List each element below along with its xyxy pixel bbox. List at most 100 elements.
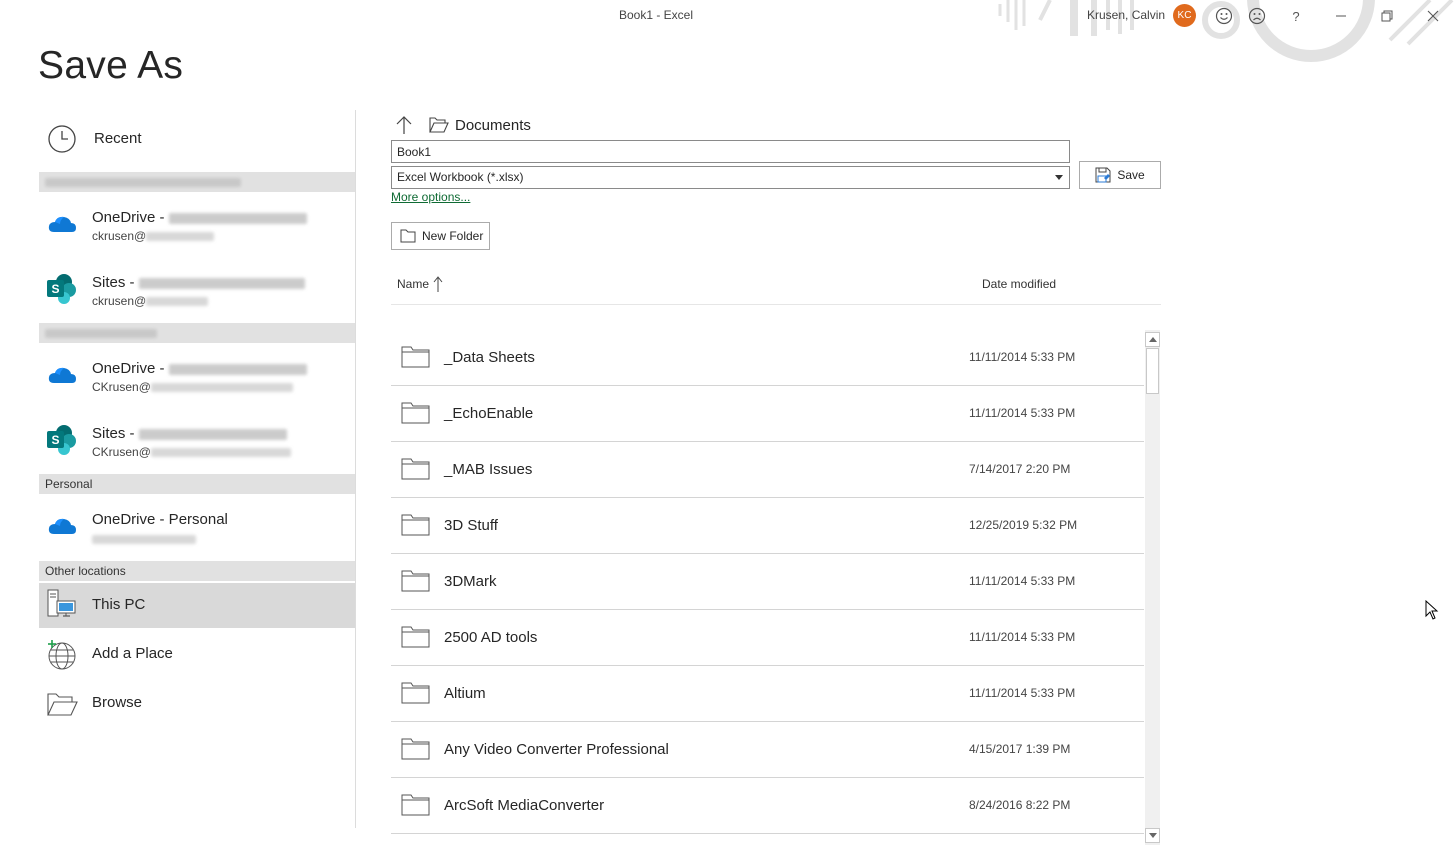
location-onedrive-business[interactable]: OneDrive - ckrusen@: [39, 194, 355, 254]
file-list: _Data Sheets 11/11/2014 5:33 PM _EchoEna…: [391, 330, 1145, 834]
svg-text:S: S: [51, 433, 59, 447]
file-name: 2500 AD tools: [444, 629, 538, 646]
group-header: [39, 172, 355, 192]
save-icon: [1095, 167, 1111, 183]
file-name: ArcSoft MediaConverter: [444, 797, 605, 814]
computer-icon: [46, 589, 78, 621]
current-folder-breadcrumb[interactable]: Documents: [455, 117, 531, 134]
location-sites-1[interactable]: S Sites - ckrusen@: [39, 260, 355, 320]
folder-icon: [401, 458, 430, 480]
file-date: 12/25/2019 5:32 PM: [969, 518, 1078, 532]
file-row[interactable]: Any Video Converter Professional 4/15/20…: [391, 722, 1144, 778]
location-label: OneDrive -: [92, 209, 307, 226]
folder-icon: [401, 570, 430, 592]
up-arrow-icon[interactable]: [394, 114, 414, 136]
file-name: 3DMark: [444, 573, 497, 590]
location-label: Sites -: [92, 274, 305, 291]
location-account: ckrusen@: [92, 294, 209, 308]
account-avatar[interactable]: KC: [1173, 4, 1196, 27]
open-folder-icon: [46, 688, 78, 720]
save-button-label: Save: [1117, 168, 1145, 182]
scroll-down-button[interactable]: [1145, 828, 1160, 843]
file-name: _EchoEnable: [444, 405, 534, 422]
filetype-dropdown[interactable]: Excel Workbook (*.xlsx): [391, 166, 1070, 189]
location-browse[interactable]: Browse: [39, 681, 355, 726]
location-this-pc[interactable]: This PC: [39, 583, 355, 628]
onedrive-icon: [46, 510, 78, 542]
clock-icon: [46, 123, 78, 155]
file-list-scrollbar[interactable]: [1145, 330, 1160, 845]
onedrive-icon: [46, 359, 78, 391]
scroll-thumb[interactable]: [1146, 348, 1159, 394]
arrow-up-icon: [1148, 337, 1157, 342]
file-date: 8/24/2016 8:22 PM: [969, 798, 1071, 812]
page-title: Save As: [38, 44, 184, 87]
panel-divider: [355, 110, 356, 828]
folder-icon: [401, 682, 430, 704]
redacted-text: [45, 178, 241, 188]
location-onedrive-business-2[interactable]: OneDrive - CKrusen@: [39, 345, 355, 405]
file-row[interactable]: 3DMark 11/11/2014 5:33 PM: [391, 554, 1144, 610]
mouse-cursor-icon: [1425, 600, 1439, 620]
sharepoint-icon: S: [46, 273, 78, 305]
file-row[interactable]: _EchoEnable 11/11/2014 5:33 PM: [391, 386, 1144, 442]
file-name: 3D Stuff: [444, 517, 498, 534]
folder-icon: [401, 794, 430, 816]
account-name[interactable]: Krusen, Calvin: [1087, 8, 1165, 22]
personal-header: Personal: [39, 474, 355, 494]
frown-icon[interactable]: [1244, 3, 1270, 29]
folder-icon: [401, 346, 430, 368]
column-header-name[interactable]: Name: [397, 277, 429, 291]
globe-add-icon: [46, 639, 78, 671]
smiley-icon[interactable]: [1211, 3, 1237, 29]
folder-icon: [401, 402, 430, 424]
location-account: CKrusen@: [92, 380, 293, 394]
svg-text:S: S: [51, 282, 59, 296]
chevron-down-icon: [1055, 175, 1063, 180]
file-row[interactable]: 2500 AD tools 11/11/2014 5:33 PM: [391, 610, 1144, 666]
folder-icon: [401, 514, 430, 536]
save-button[interactable]: Save: [1079, 161, 1161, 189]
location-label: Recent: [94, 130, 142, 147]
file-name: _Data Sheets: [444, 349, 535, 366]
filetype-value: Excel Workbook (*.xlsx): [397, 170, 524, 184]
location-account: ckrusen@: [92, 229, 215, 243]
file-name: Altium: [444, 685, 486, 702]
file-date: 7/14/2017 2:20 PM: [969, 462, 1071, 476]
location-add-place[interactable]: Add a Place: [39, 632, 355, 677]
file-name: _MAB Issues: [444, 461, 533, 478]
file-row[interactable]: Altium 11/11/2014 5:33 PM: [391, 666, 1144, 722]
location-label: Browse: [92, 694, 143, 711]
file-row[interactable]: _Data Sheets 11/11/2014 5:33 PM: [391, 330, 1144, 386]
location-label: This PC: [92, 596, 146, 613]
location-account: CKrusen@: [92, 445, 291, 459]
file-date: 11/11/2014 5:33 PM: [969, 630, 1076, 644]
help-icon[interactable]: ?: [1283, 3, 1309, 29]
minimize-icon[interactable]: [1328, 3, 1354, 29]
file-row[interactable]: _MAB Issues 7/14/2017 2:20 PM: [391, 442, 1144, 498]
scroll-up-button[interactable]: [1145, 332, 1160, 347]
onedrive-icon: [46, 208, 78, 240]
header-divider: [391, 304, 1161, 305]
location-onedrive-personal[interactable]: OneDrive - Personal: [39, 496, 355, 556]
location-label: OneDrive -: [92, 360, 307, 377]
location-recent[interactable]: Recent: [39, 118, 355, 160]
file-row[interactable]: ArcSoft MediaConverter 8/24/2016 8:22 PM: [391, 778, 1144, 834]
other-locations-header: Other locations: [39, 561, 355, 581]
title-bar: Book1 - Excel Krusen, Calvin KC ?: [0, 0, 1454, 62]
location-label: Add a Place: [92, 645, 173, 662]
filename-input[interactable]: [391, 140, 1070, 163]
file-date: 11/11/2014 5:33 PM: [969, 406, 1076, 420]
restore-icon[interactable]: [1374, 3, 1400, 29]
more-options-link[interactable]: More options...: [391, 190, 470, 204]
new-folder-icon: [400, 229, 416, 243]
file-row[interactable]: 3D Stuff 12/25/2019 5:32 PM: [391, 498, 1144, 554]
new-folder-label: New Folder: [422, 229, 484, 243]
close-icon[interactable]: [1420, 3, 1446, 29]
column-header-date-modified[interactable]: Date modified: [982, 277, 1056, 291]
file-date: 11/11/2014 5:33 PM: [969, 686, 1076, 700]
location-sites-2[interactable]: S Sites - CKrusen@: [39, 411, 355, 471]
file-date: 4/15/2017 1:39 PM: [969, 742, 1071, 756]
file-name: Any Video Converter Professional: [444, 741, 669, 758]
new-folder-button[interactable]: New Folder: [391, 222, 490, 250]
